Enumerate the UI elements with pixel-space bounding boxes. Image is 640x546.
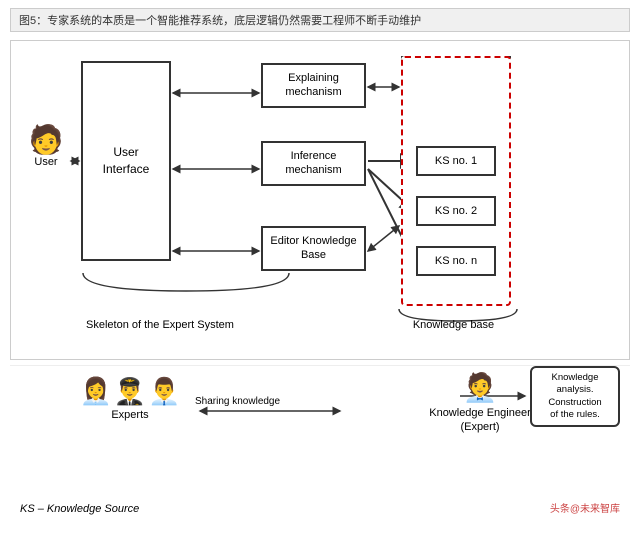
sharing-label: Sharing knowledge [195,396,280,407]
expert3-icon: 👨‍💼 [148,376,180,407]
bottom-section: 👩‍💼 👨‍✈️ 👨‍💼 Experts Sharing knowledge 🧑… [10,365,630,520]
explaining-box: Explaining mechanism [261,63,366,108]
explaining-label: Explaining mechanism [285,72,341,98]
ks2-label: KS no. 2 [435,205,477,217]
expert2-icon: 👨‍✈️ [114,376,146,407]
knowledge-bubble: Knowledgeanalysis.Constructionof the rul… [530,366,620,427]
page: 图5：专家系统的本质是一个智能推荐系统，底层逻辑仍然需要工程师不断手动维护 [0,0,640,546]
expert1-icon: 👩‍💼 [79,376,111,407]
inference-label: Inference mechanism [285,150,341,176]
ui-box: UserInterface [81,61,171,261]
ke-icon: 🧑‍💼 [420,371,540,404]
ks1-box: KS no. 1 [416,146,496,176]
user-area: 🧑 User [21,126,71,168]
experts-area: 👩‍💼 👨‍✈️ 👨‍💼 Experts [70,376,190,421]
top-diagram: 🧑 User UserInterface Explaining mechanis… [10,40,630,360]
ke-label: Knowledge Engineer(Expert) [420,406,540,435]
ui-label: UserInterface [103,144,150,178]
ks2-box: KS no. 2 [416,196,496,226]
ks-footnote: KS – Knowledge Source [20,503,139,515]
experts-label: Experts [70,409,190,421]
user-label: User [21,156,71,168]
editor-label: Editor Knowledge Base [270,235,356,261]
editor-box: Editor Knowledge Base [261,226,366,271]
ksn-box: KS no. n [416,246,496,276]
ks1-label: KS no. 1 [435,155,477,167]
ke-area: 🧑‍💼 Knowledge Engineer(Expert) [420,371,540,435]
ksn-label: KS no. n [435,255,477,267]
watermark: 头条@未来智库 [550,500,620,515]
expert-figures: 👩‍💼 👨‍✈️ 👨‍💼 [70,376,190,407]
title-bar: 图5：专家系统的本质是一个智能推荐系统，底层逻辑仍然需要工程师不断手动维护 [10,8,630,32]
kb-label: Knowledge base [396,319,511,331]
inference-box: Inference mechanism [261,141,366,186]
skeleton-label: Skeleton of the Expert System [86,319,234,331]
title-text: 图5：专家系统的本质是一个智能推荐系统，底层逻辑仍然需要工程师不断手动维护 [19,15,421,27]
user-icon: 🧑 [21,126,71,154]
